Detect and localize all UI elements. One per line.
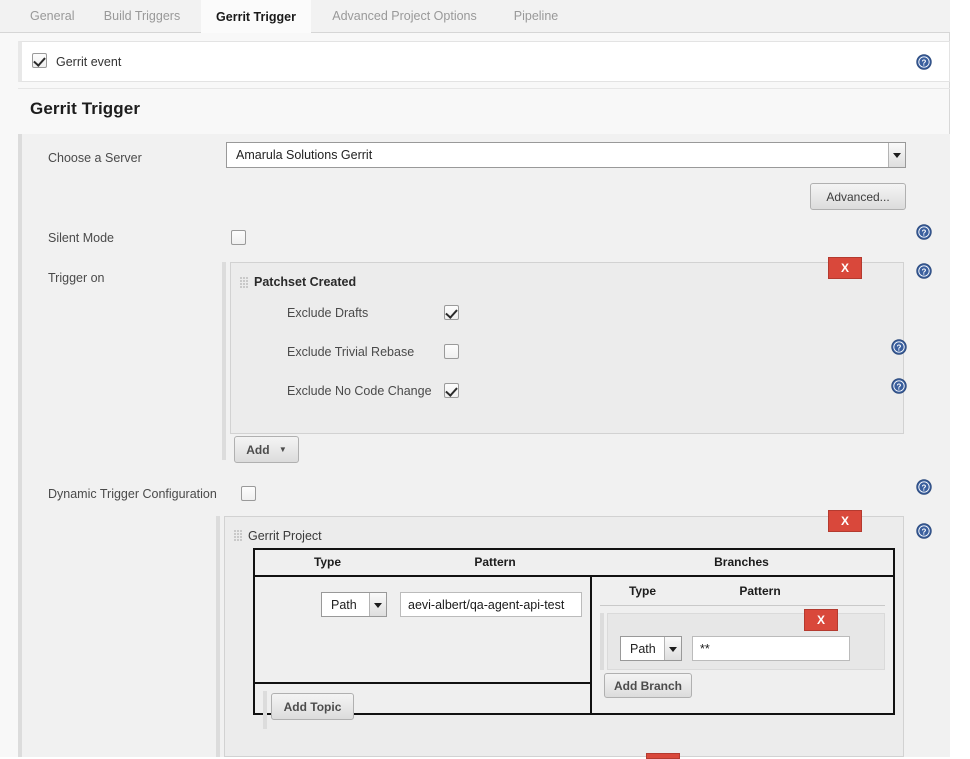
branch-row: X Path <box>607 609 885 670</box>
add-topic-strip <box>263 691 267 729</box>
tab-build-triggers-label: Build Triggers <box>103 9 181 23</box>
advanced-button[interactable]: Advanced... <box>810 183 906 210</box>
svg-text:?: ? <box>922 267 927 276</box>
svg-text:?: ? <box>922 527 927 536</box>
svg-text:?: ? <box>922 228 927 237</box>
branches-column-header-type: Type <box>628 584 657 598</box>
svg-text:?: ? <box>922 483 927 492</box>
gerrit-event-row: Gerrit event ? <box>18 41 950 82</box>
help-icon-exclude-trivial-rebase[interactable]: ? <box>891 339 907 355</box>
remove-branch-label: X <box>816 613 825 627</box>
help-icon-trigger-on[interactable]: ? <box>916 263 932 279</box>
remove-branch-button[interactable]: X <box>804 609 838 631</box>
table-column-divider <box>590 577 592 713</box>
table-footer-rule-right <box>592 713 893 715</box>
svg-text:?: ? <box>897 382 902 391</box>
config-tab-bar: General Build Triggers Gerrit Trigger Ad… <box>0 0 950 33</box>
label-silent-mode: Silent Mode <box>48 231 115 245</box>
tab-general-label: General <box>30 9 75 23</box>
gerrit-project-title: Gerrit Project <box>248 529 322 543</box>
branch-type-select[interactable]: Path <box>620 636 682 661</box>
tab-gerrit-trigger-label: Gerrit Trigger <box>216 10 296 24</box>
gerrit-event-checkbox-wrap <box>32 53 47 69</box>
patchset-created-panel: Patchset Created X Exclude Drafts Exclud… <box>230 257 907 434</box>
add-trigger-label: Add <box>246 443 270 457</box>
help-icon-dynamic-trigger[interactable]: ? <box>916 479 932 495</box>
drag-handle-icon[interactable] <box>240 277 249 289</box>
chevron-down-icon-branch-type <box>664 637 681 660</box>
project-type-select[interactable]: Path <box>321 592 387 617</box>
remove-gerrit-project-label: X <box>840 514 849 528</box>
branch-pattern-input[interactable] <box>692 636 850 661</box>
drag-handle-icon-project[interactable] <box>234 530 243 542</box>
add-topic-label: Add Topic <box>283 700 342 714</box>
help-icon-gerrit-event[interactable]: ? <box>916 54 932 70</box>
label-exclude-drafts: Exclude Drafts <box>287 306 369 320</box>
project-pattern-input[interactable] <box>400 592 582 617</box>
column-header-pattern: Pattern <box>474 555 516 569</box>
remove-trigger-button[interactable]: X <box>828 257 862 279</box>
chevron-down-icon-add: ▼ <box>278 445 287 454</box>
gerrit-project-panel: Gerrit Project X Type Pattern Branches P… <box>224 510 904 757</box>
add-branch-label: Add Branch <box>613 679 682 693</box>
jenkins-job-config-page: General Build Triggers Gerrit Trigger Ad… <box>0 0 970 759</box>
tab-advanced-project-options[interactable]: Advanced Project Options <box>318 0 491 33</box>
patchset-created-title: Patchset Created <box>254 275 357 289</box>
gerrit-trigger-form: Choose a Server Amarula Solutions Gerrit… <box>18 134 950 759</box>
svg-text:?: ? <box>897 343 902 352</box>
help-icon-silent-mode[interactable]: ? <box>916 224 932 240</box>
branch-row-strip <box>600 613 604 670</box>
server-select-value: Amarula Solutions Gerrit <box>236 148 373 162</box>
exclude-drafts-checkbox[interactable] <box>444 305 459 320</box>
exclude-trivial-rebase-checkbox[interactable] <box>444 344 459 359</box>
tab-pipeline-label: Pipeline <box>513 9 559 23</box>
tab-build-triggers[interactable]: Build Triggers <box>87 0 197 33</box>
remove-gerrit-project-button[interactable]: X <box>828 510 862 532</box>
branch-type-select-value: Path <box>630 641 656 656</box>
label-dynamic-trigger-configuration: Dynamic Trigger Configuration <box>48 487 217 501</box>
chevron-down-icon-project-type <box>369 593 386 616</box>
branches-header-rule <box>600 605 885 606</box>
help-icon-gerrit-project[interactable]: ? <box>916 523 932 539</box>
silent-mode-checkbox[interactable] <box>231 230 246 245</box>
branches-column-header-pattern: Pattern <box>739 584 781 598</box>
help-icon-exclude-no-code-change[interactable]: ? <box>891 378 907 394</box>
tab-gerrit-trigger[interactable]: Gerrit Trigger <box>201 0 311 33</box>
gerrit-project-table: Type Pattern Branches Path Type Pattern <box>253 548 895 729</box>
add-topic-button[interactable]: Add Topic <box>271 693 354 720</box>
add-trigger-button[interactable]: Add ▼ <box>234 436 299 463</box>
server-select[interactable]: Amarula Solutions Gerrit <box>226 142 906 168</box>
page-title: Gerrit Trigger <box>30 99 141 118</box>
tab-pipeline[interactable]: Pipeline <box>500 0 572 33</box>
table-header-rule <box>255 575 893 577</box>
tab-general[interactable]: General <box>18 0 83 33</box>
column-header-type: Type <box>313 555 342 569</box>
gerrit-project-group-strip <box>216 516 220 757</box>
remove-next-item-button-partial[interactable] <box>646 753 680 759</box>
svg-text:?: ? <box>922 58 927 67</box>
advanced-button-label: Advanced... <box>826 190 890 204</box>
page-body: General Build Triggers Gerrit Trigger Ad… <box>0 0 950 759</box>
section-divider <box>18 88 950 89</box>
add-branch-button[interactable]: Add Branch <box>604 673 692 698</box>
label-choose-a-server: Choose a Server <box>48 151 142 165</box>
label-exclude-trivial-rebase: Exclude Trivial Rebase <box>287 345 415 359</box>
chevron-down-icon <box>888 143 905 167</box>
project-type-select-value: Path <box>331 597 357 612</box>
label-trigger-on: Trigger on <box>48 271 105 285</box>
column-header-branches: Branches <box>714 555 769 569</box>
trigger-on-group-strip <box>222 262 226 460</box>
label-exclude-no-code-change: Exclude No Code Change <box>287 384 432 398</box>
tab-advanced-project-options-label: Advanced Project Options <box>332 9 477 23</box>
table-footer-rule-left <box>255 682 590 684</box>
gerrit-event-checkbox[interactable] <box>32 53 47 69</box>
dynamic-trigger-checkbox[interactable] <box>241 486 256 501</box>
gerrit-event-label: Gerrit event <box>56 55 122 69</box>
remove-trigger-label: X <box>840 261 849 275</box>
exclude-no-code-change-checkbox[interactable] <box>444 383 459 398</box>
